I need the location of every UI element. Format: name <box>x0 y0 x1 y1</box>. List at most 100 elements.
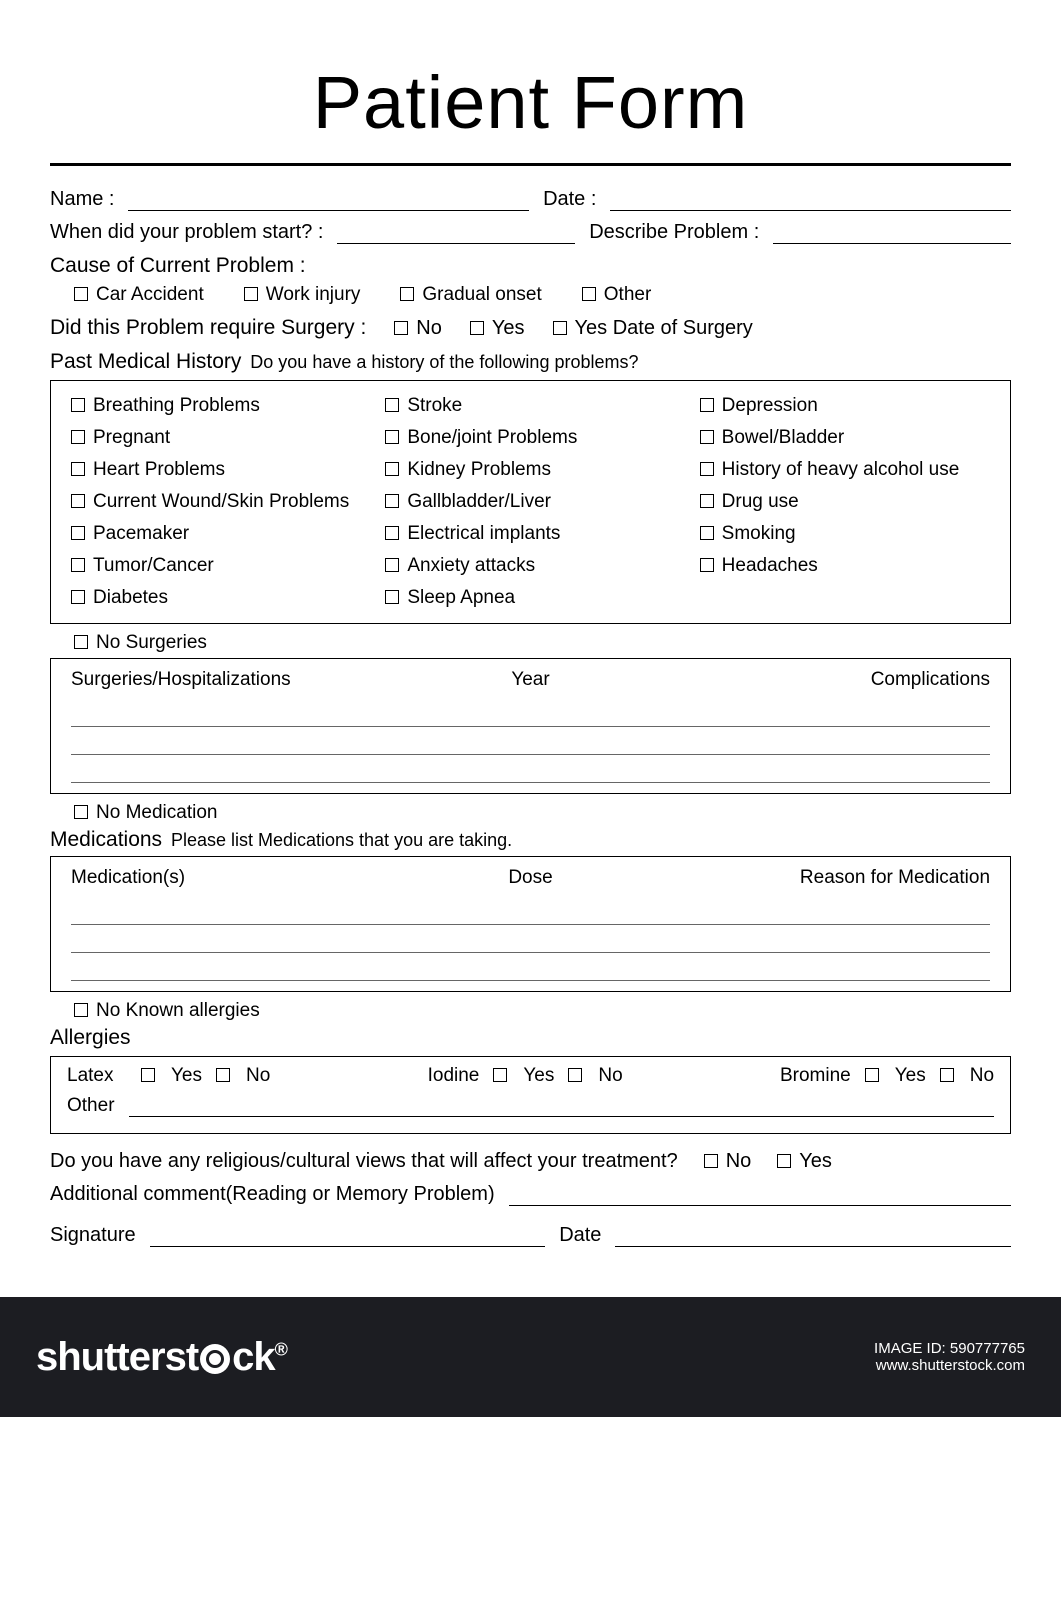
meds-sub: Please list Medications that you are tak… <box>171 830 512 850</box>
describe-problem-label: Describe Problem : <box>589 221 759 244</box>
history-item[interactable]: Bowel/Bladder <box>700 427 990 449</box>
history-item[interactable]: Anxiety attacks <box>385 555 675 577</box>
sig-date-input[interactable] <box>615 1225 1011 1247</box>
checkbox-icon <box>385 590 399 604</box>
checkbox-icon <box>74 635 88 649</box>
latex-no[interactable]: No <box>216 1065 270 1087</box>
form-page: Patient Form Name : Date : When did your… <box>0 0 1061 1297</box>
checkbox-icon <box>700 398 714 412</box>
cause-option[interactable]: Car Accident <box>74 284 204 306</box>
allergies-heading: Allergies <box>50 1026 1011 1050</box>
bromine-yes[interactable]: Yes <box>865 1065 926 1087</box>
table-row[interactable] <box>71 955 990 981</box>
no-surgeries-check[interactable]: No Surgeries <box>74 632 1011 654</box>
cause-option[interactable]: Work injury <box>244 284 361 306</box>
latex-label: Latex <box>67 1065 127 1087</box>
religious-yes[interactable]: Yes <box>777 1150 832 1173</box>
no-allergies-check[interactable]: No Known allergies <box>74 1000 1011 1022</box>
signature-input[interactable] <box>150 1225 546 1247</box>
no-medication-check[interactable]: No Medication <box>74 802 1011 824</box>
history-item[interactable]: History of heavy alcohol use <box>700 459 990 481</box>
checkbox-icon <box>553 321 567 335</box>
checkbox-icon <box>71 398 85 412</box>
shutterstock-logo: shutterstck® <box>36 1335 287 1380</box>
checkbox-icon <box>74 805 88 819</box>
med-col3: Reason for Medication <box>666 867 990 889</box>
surgery-option[interactable]: No <box>394 317 442 340</box>
checkbox-icon <box>385 494 399 508</box>
checkbox-icon <box>400 287 414 301</box>
date-input[interactable] <box>610 189 1011 211</box>
other-allergy-input[interactable] <box>129 1095 994 1117</box>
history-box: Breathing Problems Stroke Depression Pregna… <box>50 380 1011 624</box>
iodine-no[interactable]: No <box>568 1065 622 1087</box>
history-item[interactable]: Diabetes <box>71 587 361 609</box>
history-item <box>700 587 990 609</box>
history-item[interactable]: Depression <box>700 395 990 417</box>
checkbox-icon <box>141 1068 155 1082</box>
table-row[interactable] <box>71 899 990 925</box>
history-item[interactable]: Kidney Problems <box>385 459 675 481</box>
history-item[interactable]: Pregnant <box>71 427 361 449</box>
addl-comment-label: Additional comment(Reading or Memory Pro… <box>50 1183 495 1206</box>
history-item[interactable]: Electrical implants <box>385 523 675 545</box>
history-item[interactable]: Headaches <box>700 555 990 577</box>
cause-option[interactable]: Other <box>582 284 652 306</box>
checkbox-icon <box>71 558 85 572</box>
table-row[interactable] <box>71 927 990 953</box>
meds-heading: Medications <box>50 828 162 851</box>
history-item[interactable]: Smoking <box>700 523 990 545</box>
history-item[interactable]: Sleep Apnea <box>385 587 675 609</box>
religious-no[interactable]: No <box>704 1150 752 1173</box>
checkbox-icon <box>216 1068 230 1082</box>
cause-heading: Cause of Current Problem : <box>50 254 1011 278</box>
history-item[interactable]: Breathing Problems <box>71 395 361 417</box>
surgery-option[interactable]: Yes <box>470 317 525 340</box>
bromine-label: Bromine <box>780 1065 851 1087</box>
surgery-question: Did this Problem require Surgery : <box>50 316 366 340</box>
history-item[interactable]: Heart Problems <box>71 459 361 481</box>
history-item[interactable]: Gallbladder/Liver <box>385 491 675 513</box>
checkbox-icon <box>582 287 596 301</box>
surgeries-table: Surgeries/Hospitalizations Year Complica… <box>50 658 1011 794</box>
history-item[interactable]: Current Wound/Skin Problems <box>71 491 361 513</box>
name-input[interactable] <box>128 189 529 211</box>
table-row[interactable] <box>71 729 990 755</box>
checkbox-icon <box>704 1154 718 1168</box>
history-item[interactable]: Bone/joint Problems <box>385 427 675 449</box>
table-row[interactable] <box>71 701 990 727</box>
checkbox-icon <box>71 590 85 604</box>
site-url: www.shutterstock.com <box>874 1357 1025 1374</box>
checkbox-icon <box>385 462 399 476</box>
checkbox-icon <box>940 1068 954 1082</box>
history-item[interactable]: Drug use <box>700 491 990 513</box>
surg-col2: Year <box>395 669 665 691</box>
history-item[interactable]: Tumor/Cancer <box>71 555 361 577</box>
checkbox-icon <box>394 321 408 335</box>
checkbox-icon <box>865 1068 879 1082</box>
addl-comment-input[interactable] <box>509 1184 1011 1206</box>
checkbox-icon <box>74 1003 88 1017</box>
latex-yes[interactable]: Yes <box>141 1065 202 1087</box>
checkbox-icon <box>700 526 714 540</box>
date-label: Date : <box>543 188 596 211</box>
surgery-option[interactable]: Yes Date of Surgery <box>553 317 753 340</box>
history-item[interactable]: Pacemaker <box>71 523 361 545</box>
problem-start-input[interactable] <box>337 222 575 244</box>
history-item[interactable]: Stroke <box>385 395 675 417</box>
title-rule <box>50 163 1011 166</box>
describe-problem-input[interactable] <box>773 222 1011 244</box>
checkbox-icon <box>700 462 714 476</box>
bromine-no[interactable]: No <box>940 1065 994 1087</box>
signature-label: Signature <box>50 1224 136 1247</box>
image-id-label: IMAGE ID: <box>874 1340 946 1357</box>
checkbox-icon <box>385 430 399 444</box>
med-col2: Dose <box>395 867 665 889</box>
checkbox-icon <box>700 430 714 444</box>
cause-option[interactable]: Gradual onset <box>400 284 541 306</box>
checkbox-icon <box>244 287 258 301</box>
table-row[interactable] <box>71 757 990 783</box>
iodine-yes[interactable]: Yes <box>493 1065 554 1087</box>
sig-date-label: Date <box>559 1224 601 1247</box>
checkbox-icon <box>71 526 85 540</box>
